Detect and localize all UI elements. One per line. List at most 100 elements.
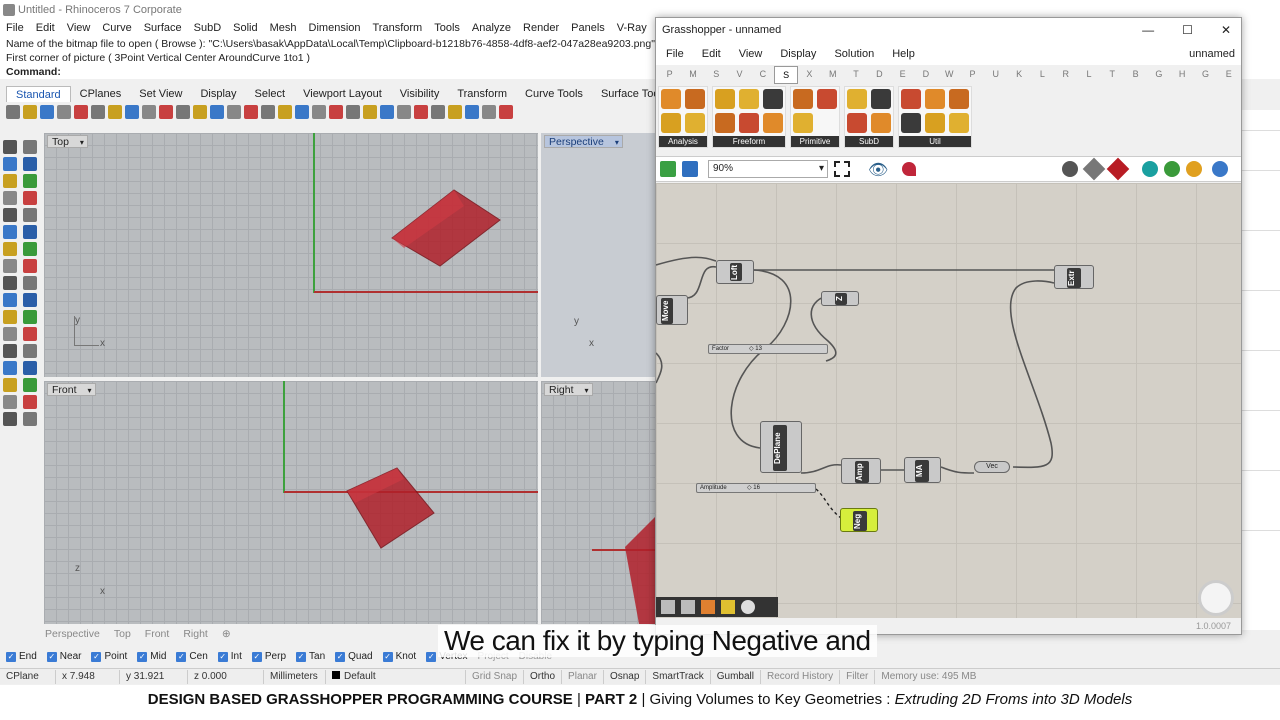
toolbar-tool-icon[interactable] (329, 105, 343, 119)
status-grid-snap[interactable]: Grid Snap (466, 669, 525, 684)
zoom-combobox[interactable]: 90% ▾ (708, 160, 828, 178)
toolbar-tool-icon[interactable] (6, 105, 20, 119)
left-tool-icon[interactable] (23, 310, 37, 324)
gh-menu-view[interactable]: View (739, 48, 763, 60)
mesh-icon[interactable] (1142, 161, 1158, 177)
left-tool-icon[interactable] (23, 395, 37, 409)
status-units[interactable]: Millimeters (264, 669, 326, 684)
toolbar-tab-curve-tools[interactable]: Curve Tools (516, 86, 592, 102)
gh-tab-h[interactable]: H (1171, 66, 1194, 84)
sketch-icon[interactable] (902, 162, 916, 176)
gh-component-icon[interactable] (871, 89, 891, 109)
checkbox-checked-icon[interactable]: ✓ (382, 651, 393, 662)
viewport-tab-2[interactable]: Front (145, 628, 170, 640)
toolbar-tab-select[interactable]: Select (246, 86, 295, 102)
maximize-icon[interactable]: ☐ (1182, 18, 1193, 43)
gh-tab-p[interactable]: P (961, 66, 984, 84)
gh-tab-d[interactable]: D (914, 66, 937, 84)
osnap-quad[interactable]: ✓ Quad (335, 651, 373, 662)
osnap-point[interactable]: ✓ Point (91, 651, 127, 662)
preview-eye-icon[interactable]: 👁 (868, 160, 888, 180)
gh-tab-m[interactable]: M (681, 66, 704, 84)
viewport-tab-3[interactable]: Right (183, 628, 208, 640)
left-tool-icon[interactable] (3, 361, 17, 375)
status-record-history[interactable]: Record History (761, 669, 841, 684)
osnap-tan[interactable]: ✓ Tan (296, 651, 325, 662)
gh-tab-e[interactable]: E (1217, 66, 1240, 84)
red-box-front-view[interactable] (339, 463, 439, 553)
gh-negative-component[interactable]: Neg (840, 508, 878, 532)
gh-component-icon[interactable] (901, 113, 921, 133)
status-osnap[interactable]: Osnap (604, 669, 647, 684)
zoom-extents-icon[interactable] (834, 161, 850, 177)
toolbar-tool-icon[interactable] (125, 105, 139, 119)
toolbar-tool-icon[interactable] (193, 105, 207, 119)
toolbar-tool-icon[interactable] (176, 105, 190, 119)
gh-tab-s[interactable]: S (705, 66, 728, 84)
gh-component-icon[interactable] (925, 89, 945, 109)
gh-tab-b[interactable]: B (1124, 66, 1147, 84)
gh-tab-s[interactable]: S (774, 66, 798, 84)
group-icon[interactable] (681, 600, 695, 614)
mesh-settings-icon[interactable] (1164, 161, 1180, 177)
left-tool-icon[interactable] (3, 276, 17, 290)
menu-item-curve[interactable]: Curve (102, 20, 131, 37)
gh-tab-w[interactable]: W (938, 66, 961, 84)
red-box-top-view[interactable] (384, 178, 504, 273)
gh-component-icon[interactable] (793, 89, 813, 109)
viewport-tab-1[interactable]: Top (114, 628, 131, 640)
left-tool-icon[interactable] (3, 225, 17, 239)
gh-tab-v[interactable]: V (728, 66, 751, 84)
gh-menu-help[interactable]: Help (892, 48, 915, 60)
minimize-icon[interactable]: — (1142, 18, 1154, 43)
toolbar-tool-icon[interactable] (482, 105, 496, 119)
red-box-right-view[interactable] (621, 511, 655, 624)
left-tool-icon[interactable] (3, 395, 17, 409)
toolbar-tool-icon[interactable] (159, 105, 173, 119)
preview-wire-icon[interactable] (1062, 161, 1078, 177)
menu-item-file[interactable]: File (6, 20, 24, 37)
viewport-front[interactable]: Front z x (44, 381, 538, 624)
gh-move-component[interactable]: Move (656, 295, 688, 325)
checkbox-checked-icon[interactable]: ✓ (91, 651, 102, 662)
checkbox-checked-icon[interactable]: ✓ (335, 651, 346, 662)
viewport-tab-4[interactable]: ⊕ (222, 628, 231, 640)
menu-item-v-ray[interactable]: V-Ray (617, 20, 647, 37)
toolbar-tool-icon[interactable] (210, 105, 224, 119)
toolbar-tool-icon[interactable] (108, 105, 122, 119)
toolbar-tool-icon[interactable] (74, 105, 88, 119)
close-icon[interactable]: ✕ (1221, 18, 1231, 43)
toolbar-tab-visibility[interactable]: Visibility (391, 86, 449, 102)
left-tool-icon[interactable] (3, 412, 17, 426)
left-tool-icon[interactable] (3, 310, 17, 324)
status-smarttrack[interactable]: SmartTrack (646, 669, 711, 684)
left-tool-icon[interactable] (3, 293, 17, 307)
menu-item-analyze[interactable]: Analyze (472, 20, 511, 37)
menu-item-tools[interactable]: Tools (434, 20, 460, 37)
gh-component-icon[interactable] (847, 89, 867, 109)
status-layer[interactable]: Default (326, 669, 466, 684)
gh-menu-edit[interactable]: Edit (702, 48, 721, 60)
checkbox-checked-icon[interactable]: ✓ (137, 651, 148, 662)
toolbar-tab-standard[interactable]: Standard (6, 86, 71, 102)
checkbox-checked-icon[interactable]: ✓ (6, 651, 16, 662)
solver-icon[interactable] (1212, 161, 1228, 177)
left-tool-icon[interactable] (3, 157, 17, 171)
osnap-int[interactable]: ✓ Int (217, 651, 242, 662)
menu-item-edit[interactable]: Edit (36, 20, 55, 37)
gh-component-icon[interactable] (685, 89, 705, 109)
gh-vector-param[interactable]: Vec (974, 461, 1010, 473)
gh-deconstruct-plane-component[interactable]: DePlane (760, 421, 802, 473)
toolbar-tab-set-view[interactable]: Set View (130, 86, 191, 102)
left-tool-icon[interactable] (3, 327, 17, 341)
gh-tab-x[interactable]: X (798, 66, 821, 84)
menu-item-view[interactable]: View (67, 20, 91, 37)
osnap-knot[interactable]: ✓ Knot (382, 651, 416, 662)
gh-tab-t[interactable]: T (1101, 66, 1124, 84)
gh-component-icon[interactable] (925, 113, 945, 133)
gh-move-away-component[interactable]: MA (904, 457, 941, 483)
gh-extrude-component[interactable]: Extr (1054, 265, 1094, 289)
gh-component-icon[interactable] (763, 113, 783, 133)
gh-component-icon[interactable] (949, 89, 969, 109)
left-tool-icon[interactable] (3, 242, 17, 256)
